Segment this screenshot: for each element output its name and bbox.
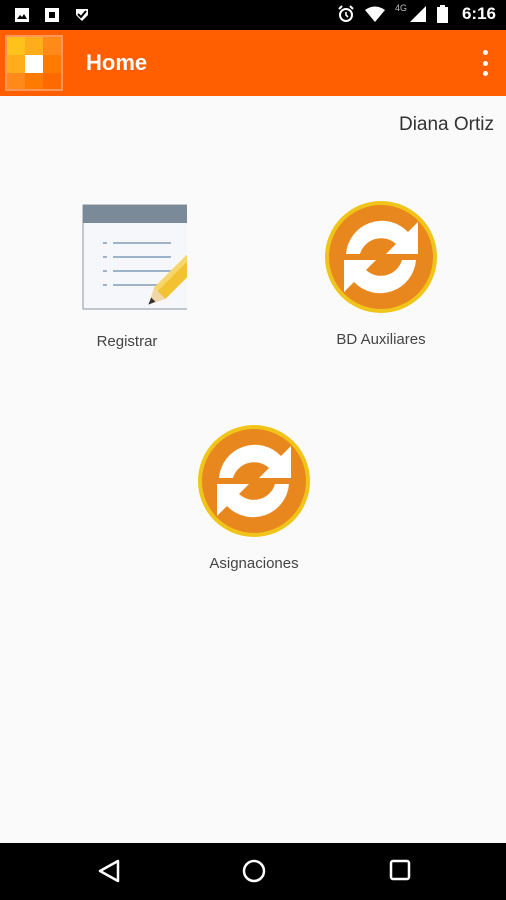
battery-icon (436, 5, 448, 23)
page-title: Home (86, 50, 148, 75)
network-type: 4G (394, 3, 407, 13)
asignaciones-button[interactable]: Asignaciones (183, 422, 325, 572)
sync-icon (198, 425, 310, 537)
notepad-pencil-icon (82, 204, 207, 310)
recents-icon[interactable] (389, 859, 411, 881)
wifi-icon (364, 6, 385, 22)
home-icon[interactable] (242, 859, 266, 883)
alarm-icon (338, 5, 354, 22)
more-vert-icon (482, 50, 488, 55)
bd-auxiliares-button[interactable]: BD Auxiliares (310, 198, 452, 348)
registrar-button[interactable]: Registrar (56, 200, 207, 350)
status-bar: 4G 6:16 (0, 0, 506, 30)
app-logo (5, 35, 63, 91)
back-icon[interactable] (98, 859, 120, 883)
clock: 6:16 (461, 4, 496, 23)
stop-icon (45, 8, 59, 22)
check-shield-icon (76, 9, 88, 21)
navigation-bar (0, 843, 506, 900)
image-icon (15, 8, 29, 22)
bd-auxiliares-label: BD Auxiliares (336, 331, 426, 348)
sync-icon (325, 201, 437, 313)
cell-signal-icon (409, 6, 426, 22)
app-bar: Home (0, 30, 506, 96)
overflow-menu-button[interactable] (478, 50, 492, 76)
registrar-label: Registrar (96, 333, 158, 350)
asignaciones-label: Asignaciones (209, 555, 299, 572)
user-name: Diana Ortiz (398, 114, 494, 135)
